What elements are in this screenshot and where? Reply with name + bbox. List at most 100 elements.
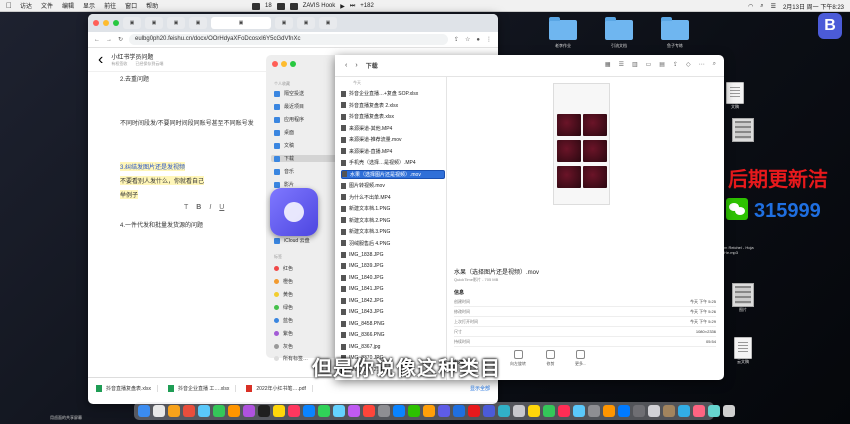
sidebar-item-recents[interactable]: 最近项目: [274, 103, 304, 110]
wifi-icon[interactable]: ◠: [748, 3, 753, 10]
sidebar-item-icloud[interactable]: iCloud 云盘: [274, 237, 310, 244]
dock-app-icon[interactable]: [438, 405, 450, 417]
more-icon[interactable]: ⋮: [486, 36, 492, 43]
bold-button[interactable]: B: [196, 204, 201, 211]
apple-icon[interactable]: : [6, 1, 12, 10]
tag-icon[interactable]: ◇: [686, 61, 691, 68]
dock-app-icon[interactable]: [198, 405, 210, 417]
dock-app-icon[interactable]: [633, 405, 645, 417]
clock[interactable]: 2月13日 周一 下午8:23: [783, 2, 844, 11]
dock-app-icon[interactable]: [603, 405, 615, 417]
file-row[interactable]: 抖音直播复盘表.xlsx: [341, 112, 445, 121]
text-style-button[interactable]: T: [184, 204, 188, 211]
sidebar-tag-all[interactable]: 所有标签…: [274, 355, 308, 362]
underline-button[interactable]: U: [219, 204, 224, 211]
desktop-folder[interactable]: 老李作业: [548, 17, 578, 49]
file-row[interactable]: 为什么不出单.MP4: [341, 193, 445, 202]
dock-app-icon[interactable]: [588, 405, 600, 417]
share-icon[interactable]: ⇪: [673, 61, 678, 68]
dock-app-icon[interactable]: [693, 405, 705, 417]
sidebar-tag-orange[interactable]: 橙色: [274, 278, 293, 285]
dock-app-icon[interactable]: [393, 405, 405, 417]
dock-app-icon[interactable]: [303, 405, 315, 417]
file-row-selected[interactable]: 水果（选择图片还是视频）.mov: [341, 169, 445, 179]
url-input[interactable]: eulbg0ph20.feishu.cn/docx/OOrHdyaXFoDcos…: [129, 34, 448, 45]
share-icon[interactable]: ⇪: [454, 36, 459, 43]
file-row[interactable]: 抖音直播复盘表 2.xlsx: [341, 101, 445, 110]
file-row[interactable]: 图片转视频.mov: [341, 181, 445, 190]
more-icon[interactable]: ⋯: [699, 61, 705, 68]
sidebar-tag-gray[interactable]: 灰色: [274, 343, 293, 350]
file-row[interactable]: 来源渠道-其他.MP4: [341, 124, 445, 133]
sidebar-tag-purple[interactable]: 紫色: [274, 330, 293, 337]
dock-app-icon[interactable]: [243, 405, 255, 417]
sidebar-item-applications[interactable]: 应用程序: [274, 116, 304, 123]
more-button[interactable]: 更多...: [575, 350, 586, 367]
desktop-folder[interactable]: 鱼子专练: [660, 17, 690, 49]
sidebar-tag-yellow[interactable]: 黄色: [274, 291, 293, 298]
browser-tab[interactable]: ▣: [297, 17, 315, 29]
menu-go[interactable]: 前往: [104, 1, 116, 10]
dock-app-icon[interactable]: [648, 405, 660, 417]
dock-app-icon[interactable]: [513, 405, 525, 417]
back-icon[interactable]: ‹: [345, 62, 347, 69]
dock-app-icon[interactable]: [483, 405, 495, 417]
menu-window[interactable]: 窗口: [125, 1, 137, 10]
file-row[interactable]: IMG_1838.JPG: [341, 250, 445, 259]
dock-app-icon[interactable]: [528, 405, 540, 417]
browser-tab[interactable]: ▣: [145, 17, 163, 29]
dock-app-icon[interactable]: [723, 405, 735, 417]
gallery-view-icon[interactable]: ▭: [646, 61, 652, 68]
zoom-window-button[interactable]: [113, 20, 119, 26]
now-playing-label[interactable]: ZAVIS Hook: [303, 3, 336, 9]
menu-view[interactable]: 显示: [83, 1, 95, 10]
browser-tab[interactable]: ▣: [319, 17, 337, 29]
desktop-file[interactable]: 云文稿: [728, 337, 758, 365]
recording-icon[interactable]: [252, 2, 260, 10]
show-all-button[interactable]: 显示全部: [470, 385, 490, 392]
app-badge-icon[interactable]: B: [818, 13, 842, 39]
sidebar-item-desktop[interactable]: 桌面: [274, 129, 294, 136]
desktop-file[interactable]: m Reichel - Hoja He.mp3: [724, 245, 764, 255]
menu-finder[interactable]: 访达: [20, 1, 32, 10]
doc-line[interactable]: 3.纠结发图片还是发视频: [120, 162, 186, 171]
file-row[interactable]: 抖音企业直播…+复盘 SOP.xlsx: [341, 89, 445, 98]
file-row[interactable]: 手机壳（选择…是视频）.MP4: [341, 158, 445, 167]
video-thumbnail[interactable]: [553, 83, 610, 205]
browser-tab[interactable]: ▣: [167, 17, 185, 29]
download-item[interactable]: 2022年小红书笔….pdf: [246, 385, 313, 392]
dock-app-icon[interactable]: [318, 405, 330, 417]
file-row[interactable]: IMG_8458.PNG: [341, 319, 445, 328]
sidebar-item-movies[interactable]: 影片: [274, 181, 294, 188]
search-icon[interactable]: ⌕: [713, 61, 716, 68]
browser-tab[interactable]: ▣: [275, 17, 293, 29]
dock-app-icon[interactable]: [543, 405, 555, 417]
doc-line[interactable]: 4.一件代发和批量发货源的问题: [120, 220, 203, 229]
app-icon[interactable]: [289, 2, 298, 10]
dock-app-icon[interactable]: [153, 405, 165, 417]
file-row[interactable]: 羽绒服售后 4.PNG: [341, 239, 445, 248]
screen-recorder-app-icon[interactable]: [270, 188, 318, 236]
control-center-icon[interactable]: ☰: [771, 3, 776, 10]
file-row[interactable]: IMG_1843.JPG: [341, 308, 445, 317]
dock-app-icon[interactable]: [468, 405, 480, 417]
dock-app-icon[interactable]: [498, 405, 510, 417]
forward-icon[interactable]: ›: [355, 62, 357, 69]
back-icon[interactable]: ←: [94, 37, 100, 43]
dock-app-icon[interactable]: [183, 405, 195, 417]
dock-app-icon[interactable]: [168, 405, 180, 417]
file-row[interactable]: 新建文本档.1.PNG: [341, 204, 445, 213]
file-row[interactable]: IMG_1840.JPG: [341, 273, 445, 282]
file-row[interactable]: IMG_8366.PNG: [341, 331, 445, 340]
sidebar-tag-blue[interactable]: 蓝色: [274, 317, 293, 324]
file-row[interactable]: 新建文本档.2.PNG: [341, 216, 445, 225]
play-icon[interactable]: ▶: [340, 3, 345, 10]
desktop-file[interactable]: 文稿: [720, 82, 750, 110]
dock-app-icon[interactable]: [708, 405, 720, 417]
dock-app-icon[interactable]: [363, 405, 375, 417]
dock-app-icon[interactable]: [333, 405, 345, 417]
doc-line[interactable]: 2.去重问题: [120, 74, 149, 83]
dock-app-icon[interactable]: [138, 405, 150, 417]
browser-tab-active[interactable]: ▣: [211, 17, 271, 29]
desktop-file[interactable]: 图片: [728, 283, 758, 313]
